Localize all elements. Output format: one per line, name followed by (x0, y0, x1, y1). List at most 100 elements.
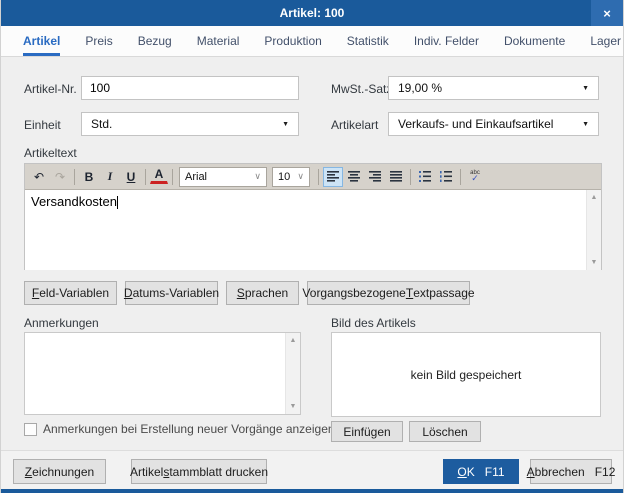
einheit-value: Std. (91, 117, 113, 131)
mwst-value: 19,00 % (398, 81, 443, 95)
align-center-button[interactable] (344, 167, 364, 187)
spellcheck-check-icon: ✓ (471, 173, 479, 183)
underline-icon: U (126, 169, 136, 184)
tab-statistik[interactable]: Statistik (347, 26, 389, 56)
numbered-list-button[interactable] (436, 167, 456, 187)
mwst-label: MwSt.-Satz (331, 82, 393, 96)
underline-button[interactable]: U (121, 167, 141, 187)
anmerkungen-scrollbar[interactable]: ▲ ▼ (285, 333, 300, 414)
abbrechen-label: Abbrechen (526, 464, 585, 479)
align-right-icon (369, 171, 381, 182)
bild-placeholder: kein Bild gespeichert (331, 332, 601, 417)
anmerkungen-checkbox-label: Anmerkungen bei Erstellung neuer Vorgäng… (43, 422, 335, 436)
scroll-down-icon[interactable]: ▼ (587, 259, 601, 266)
tab-bezug[interactable]: Bezug (138, 26, 172, 56)
font-family-value: Arial (185, 170, 208, 183)
datums-variablen-button[interactable]: Datums-Variablen (124, 281, 219, 305)
undo-button[interactable]: ↶ (29, 167, 49, 187)
window-title: Artikel: 100 (279, 6, 345, 20)
bild-placeholder-text: kein Bild gespeichert (410, 367, 522, 382)
ok-label: OK (457, 464, 475, 479)
redo-button[interactable]: ↷ (50, 167, 70, 187)
scroll-up-icon[interactable]: ▲ (286, 337, 300, 344)
font-color-icon: A (154, 167, 164, 181)
undo-icon: ↶ (33, 169, 45, 184)
font-family-combo[interactable]: Arial ∨ (179, 166, 267, 187)
align-left-icon (327, 171, 339, 182)
artikel-dialog: Artikel: 100 × Artikel Preis Bezug Mater… (0, 0, 624, 493)
close-icon: × (603, 5, 611, 21)
anmerkungen-label: Anmerkungen (24, 316, 99, 330)
spellcheck-button[interactable]: abc ✓ (465, 167, 485, 187)
align-right-button[interactable] (365, 167, 385, 187)
abbrechen-key-label: F12 (594, 464, 616, 479)
tab-lager[interactable]: Lager (590, 26, 621, 56)
tab-dokumente[interactable]: Dokumente (504, 26, 565, 56)
tab-material[interactable]: Material (197, 26, 240, 56)
einheit-select[interactable]: Std. ▼ (81, 112, 299, 136)
toolbar-separator (410, 168, 411, 185)
bold-button[interactable]: B (79, 167, 99, 187)
anmerkungen-checkbox-row: Anmerkungen bei Erstellung neuer Vorgäng… (24, 422, 335, 436)
artikelart-label: Artikelart (331, 118, 379, 132)
toolbar-separator (318, 168, 319, 185)
feld-variablen-button[interactable]: Feld-Variablen (24, 281, 117, 305)
bullet-list-button[interactable] (415, 167, 435, 187)
numbered-list-icon (440, 171, 452, 182)
toolbar-separator (145, 168, 146, 185)
abbrechen-button[interactable]: Abbrechen F12 (526, 459, 615, 484)
artikelart-value: Verkaufs- und Einkaufsartikel (398, 117, 554, 131)
artikeltext-editor: ↶ ↷ B I U A Arial ∨ 10 ∨ abc ✓ Versandko… (24, 163, 602, 270)
tab-produktion[interactable]: Produktion (264, 26, 321, 56)
sprachen-button[interactable]: Sprachen (226, 281, 299, 305)
loeschen-button[interactable]: Löschen (409, 421, 481, 442)
ok-key-label: F11 (484, 464, 505, 479)
chevron-down-icon: ∨ (254, 171, 261, 181)
toolbar-separator (172, 168, 173, 185)
text-caret (117, 196, 119, 209)
redo-icon: ↷ (54, 169, 66, 184)
scroll-up-icon[interactable]: ▲ (587, 194, 601, 201)
artikeltext-scrollbar[interactable]: ▲ ▼ (586, 190, 601, 270)
tab-indiv-felder[interactable]: Indiv. Felder (414, 26, 479, 56)
scroll-down-icon[interactable]: ▼ (286, 403, 300, 410)
artikelart-select[interactable]: Verkaufs- und Einkaufsartikel ▼ (388, 112, 599, 136)
artikel-nr-input[interactable] (81, 76, 299, 100)
bild-label: Bild des Artikels (331, 316, 416, 330)
anmerkungen-checkbox[interactable] (24, 422, 37, 436)
vorgangsbezogene-textpassage-button[interactable]: Vorgangsbezogene Textpassage (302, 281, 475, 305)
font-size-combo[interactable]: 10 ∨ (272, 166, 310, 187)
tabbar: Artikel Preis Bezug Material Produktion … (1, 26, 623, 57)
dropdown-arrow-icon: ▼ (582, 120, 589, 128)
toolbar-separator (460, 168, 461, 185)
chevron-down-icon: ∨ (297, 171, 304, 181)
artikeltext-content[interactable]: Versandkosten ▲ ▼ (25, 190, 601, 270)
dropdown-arrow-icon: ▼ (282, 120, 289, 128)
tab-preis[interactable]: Preis (85, 26, 112, 56)
artikel-nr-label: Artikel-Nr. (24, 82, 77, 96)
artikelstammblatt-drucken-button[interactable]: Artikel s tammblatt drucken (130, 459, 268, 484)
align-left-button[interactable] (323, 166, 343, 187)
artikeltext-label: Artikeltext (24, 146, 77, 160)
einfuegen-button[interactable]: Einfügen (331, 421, 403, 442)
italic-button[interactable]: I (100, 167, 120, 187)
align-justify-button[interactable] (386, 167, 406, 187)
close-button[interactable]: × (591, 0, 623, 26)
align-justify-icon (390, 171, 402, 182)
window-bottom-border (1, 489, 623, 493)
bold-icon: B (84, 169, 94, 184)
align-center-icon (348, 171, 360, 182)
mwst-select[interactable]: 19,00 % ▼ (388, 76, 599, 100)
italic-icon: I (107, 169, 113, 183)
font-color-button[interactable]: A (150, 167, 168, 184)
toolbar-separator (74, 168, 75, 185)
tab-artikel[interactable]: Artikel (23, 26, 61, 56)
footer: Zeichnungen Artikel s tammblatt drucken OK… (1, 450, 623, 489)
ok-button[interactable]: OK F11 (443, 459, 519, 484)
rtf-toolbar: ↶ ↷ B I U A Arial ∨ 10 ∨ abc ✓ (25, 164, 601, 190)
einheit-label: Einheit (24, 118, 61, 132)
titlebar: Artikel: 100 × (1, 0, 623, 26)
font-size-value: 10 (278, 170, 291, 183)
anmerkungen-textarea[interactable]: ▲ ▼ (24, 332, 301, 415)
zeichnungen-button[interactable]: Zeichnungen (13, 459, 106, 484)
